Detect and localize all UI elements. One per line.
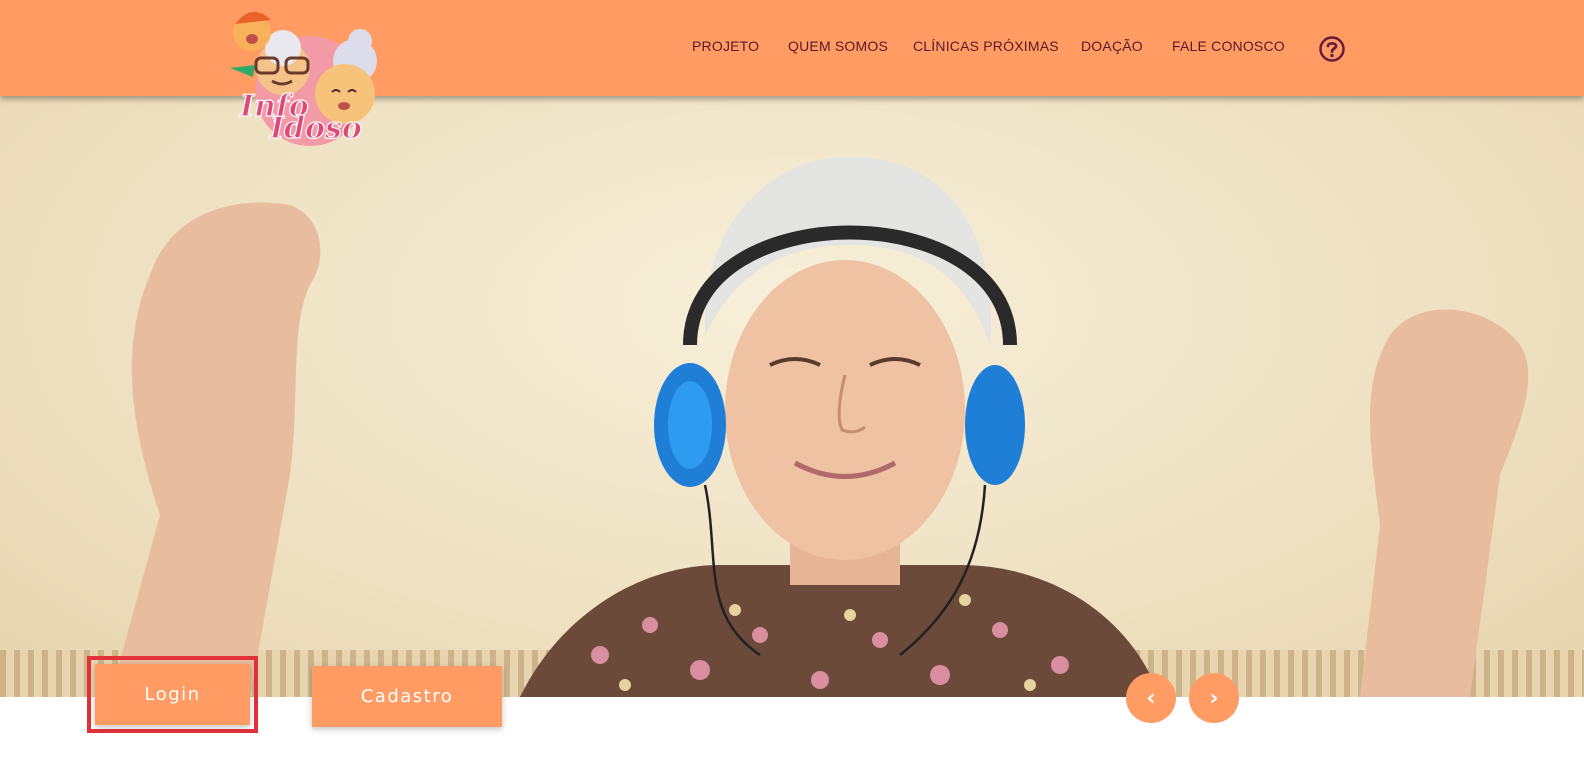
signup-button[interactable]: Cadastro	[312, 666, 502, 727]
nav-link-clinicas-proximas[interactable]: CLÍNICAS PRÓXIMAS	[913, 38, 1059, 58]
carousel-prev-button[interactable]: ‹	[1126, 673, 1176, 723]
nav-link-projeto[interactable]: PROJETO	[692, 38, 759, 58]
carousel-next-button[interactable]: ›	[1189, 673, 1239, 723]
nav-link-doacao[interactable]: DOAÇÃO	[1081, 38, 1143, 58]
question-circle-icon[interactable]	[1318, 35, 1346, 63]
svg-text:Idoso: Idoso	[269, 111, 362, 146]
nav-link-fale-conosco[interactable]: FALE CONOSCO	[1172, 38, 1285, 58]
chevron-right-icon: ›	[1209, 685, 1219, 711]
login-button[interactable]: Login	[95, 664, 250, 725]
nav-link-quem-somos[interactable]: QUEM SOMOS	[788, 38, 888, 58]
hero-image	[0, 95, 1584, 697]
chevron-left-icon: ‹	[1146, 685, 1156, 711]
info-idoso-logo[interactable]: Info Idoso	[220, 6, 385, 148]
hero-photo-illustration	[0, 156, 1584, 697]
